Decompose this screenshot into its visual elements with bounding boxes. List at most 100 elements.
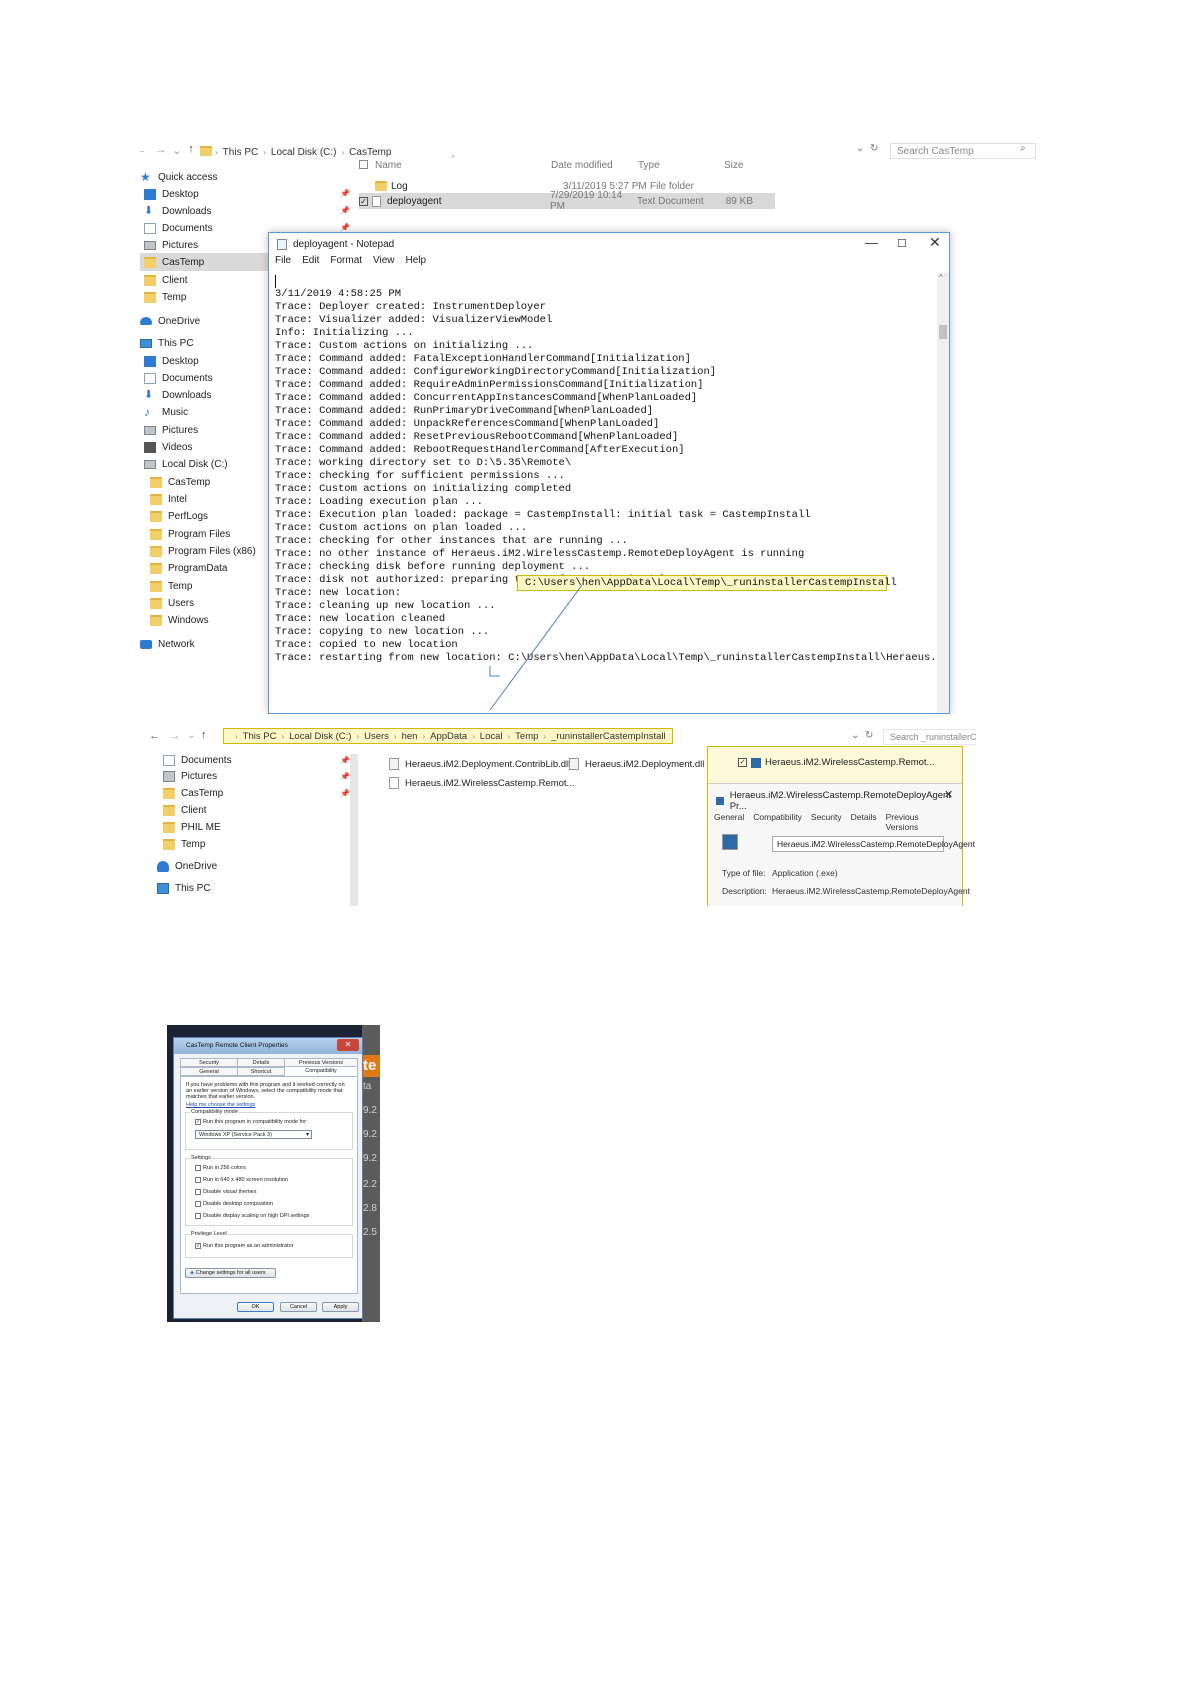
nav-this-pc[interactable]: This PC (157, 880, 211, 896)
select-all-checkbox[interactable] (359, 160, 368, 169)
compat-mode-checkbox[interactable]: ✓ (195, 1119, 201, 1125)
nav-network[interactable]: Network (140, 635, 195, 653)
nav-scrollbar[interactable] (350, 754, 358, 906)
nav-users[interactable]: Users (150, 594, 194, 612)
menu-view[interactable]: View (373, 255, 395, 271)
nav-windows[interactable]: Windows (150, 611, 209, 629)
nav-temp[interactable]: Temp (163, 836, 205, 852)
nav-program-files[interactable]: Program Files (150, 525, 230, 543)
pin-icon[interactable]: 📌 (340, 223, 350, 232)
dialog-title[interactable]: Heraeus.iM2.WirelessCastemp.RemoteDeploy… (716, 790, 962, 812)
menu-format[interactable]: Format (330, 255, 362, 271)
forward-arrow-icon[interactable]: → (154, 144, 168, 156)
breadcrumb-item[interactable]: CasTemp (349, 147, 391, 158)
refresh-icon[interactable]: ↻ (865, 730, 873, 741)
nav-pictures[interactable]: Pictures (144, 236, 198, 254)
scroll-up-icon[interactable]: ^ (939, 273, 943, 282)
dropdown-icon[interactable]: ⌄ (851, 730, 859, 741)
nav-pc-documents[interactable]: Documents (144, 369, 213, 387)
vertical-scrollbar[interactable]: ^ (937, 273, 949, 713)
nav-programdata[interactable]: ProgramData (150, 559, 227, 577)
breadcrumb-item[interactable]: This PC (223, 147, 259, 158)
address-bar-highlighted[interactable]: › This PC › Local Disk (C:) › Users › he… (223, 728, 673, 744)
breadcrumb-item[interactable]: Local Disk (C:) (289, 731, 351, 742)
menu-edit[interactable]: Edit (302, 255, 319, 271)
nav-intel[interactable]: Intel (150, 490, 187, 508)
help-link[interactable]: Help me choose the settings (186, 1102, 255, 1109)
back-arrow-icon[interactable]: ← (140, 144, 148, 156)
close-icon[interactable]: ✕ (929, 234, 941, 251)
nav-onedrive[interactable]: OneDrive (157, 858, 217, 874)
maximize-icon[interactable]: ☐ (897, 237, 907, 250)
breadcrumb-item[interactable]: AppData (430, 731, 467, 742)
search-input[interactable]: Search _runinstallerCas (883, 729, 976, 745)
nav-castemp[interactable]: CasTemp (163, 785, 223, 801)
breadcrumb-item[interactable]: Users (364, 731, 389, 742)
nav-documents[interactable]: Documents (163, 752, 232, 768)
nav-client[interactable]: Client (144, 271, 188, 289)
nav-phil-me[interactable]: PHIL ME (163, 819, 221, 835)
tab-previous-versions[interactable]: Previous Versions (886, 812, 953, 832)
pin-icon[interactable]: 📌 (340, 772, 350, 781)
nav-castemp[interactable]: CasTemp (140, 253, 268, 271)
notepad-titlebar[interactable]: deployagent - Notepad (269, 233, 949, 255)
dialog-title[interactable]: CasTemp Remote Client Properties (174, 1038, 362, 1054)
close-icon[interactable]: ✕ (337, 1039, 359, 1051)
apply-button[interactable]: Apply (322, 1302, 359, 1312)
nav-desktop[interactable]: Desktop (144, 185, 199, 203)
back-arrow-icon[interactable]: ← (149, 730, 160, 742)
tab-general[interactable]: General (714, 812, 744, 832)
nav-this-pc[interactable]: This PC (140, 334, 194, 352)
cancel-button[interactable]: Cancel (280, 1302, 317, 1312)
nav-ld-castemp[interactable]: CasTemp (150, 473, 210, 491)
column-header-date[interactable]: Date modified (551, 160, 613, 176)
setting-checkbox[interactable] (195, 1177, 201, 1183)
nav-perflogs[interactable]: PerfLogs (150, 507, 208, 525)
nav-pc-pictures[interactable]: Pictures (144, 421, 198, 439)
file-name-field[interactable]: Heraeus.iM2.WirelessCastemp.RemoteDeploy… (772, 836, 975, 852)
chevron-down-icon[interactable]: ⌄ (187, 730, 195, 741)
tab-security[interactable]: Security (180, 1058, 238, 1067)
nav-pc-downloads[interactable]: ⬇ Downloads (144, 386, 211, 404)
file-row-selected[interactable]: ✓ deployagent 7/29/2019 10:14 PM Text Do… (359, 190, 775, 212)
row-checkbox[interactable]: ✓ (359, 196, 368, 206)
tab-compatibility[interactable]: Compatibility (753, 812, 802, 832)
file-item[interactable]: Heraeus.iM2.Deployment.dll (569, 757, 704, 771)
menu-help[interactable]: Help (406, 255, 427, 271)
nav-onedrive[interactable]: OneDrive (140, 312, 200, 330)
chevron-down-icon[interactable]: ⌄ (170, 144, 184, 157)
setting-checkbox[interactable] (195, 1189, 201, 1195)
up-arrow-icon[interactable]: ↑ (201, 729, 207, 741)
close-icon[interactable]: ✕ (944, 788, 953, 801)
dropdown-icon[interactable]: ⌄ (856, 143, 864, 154)
tab-details[interactable]: Details (237, 1058, 285, 1067)
file-item[interactable]: Heraeus.iM2.Deployment.ContribLib.dll (389, 757, 570, 771)
refresh-icon[interactable]: ↻ (870, 143, 878, 154)
column-header-size[interactable]: Size (724, 160, 743, 176)
tab-general[interactable]: General (180, 1067, 238, 1076)
minimize-icon[interactable]: — (865, 235, 878, 250)
setting-checkbox[interactable] (195, 1213, 201, 1219)
search-input[interactable]: Search CasTemp (890, 143, 1036, 159)
forward-arrow-icon[interactable]: → (169, 730, 180, 742)
menu-file[interactable]: File (275, 255, 291, 271)
tab-details[interactable]: Details (851, 812, 877, 832)
selected-file[interactable]: ✓ Heraeus.iM2.WirelessCastemp.Remot... (738, 757, 934, 768)
pin-icon[interactable]: 📌 (340, 789, 350, 798)
nav-pictures[interactable]: Pictures (163, 768, 217, 784)
setting-checkbox[interactable] (195, 1165, 201, 1171)
nav-videos[interactable]: Videos (144, 438, 192, 456)
nav-downloads[interactable]: ⬇ Downloads (144, 202, 211, 220)
nav-client[interactable]: Client (163, 802, 207, 818)
breadcrumb-item[interactable]: Local Disk (C:) (271, 147, 337, 158)
nav-music[interactable]: ♪ Music (144, 403, 188, 421)
nav-pc-desktop[interactable]: Desktop (144, 352, 199, 370)
file-item[interactable]: Heraeus.iM2.WirelessCastemp.Remot... (389, 776, 574, 790)
tab-shortcut[interactable]: Shortcut (237, 1067, 285, 1076)
ok-button[interactable]: OK (237, 1302, 274, 1312)
breadcrumb-item[interactable]: This PC (243, 731, 277, 742)
nav-temp[interactable]: Temp (144, 288, 186, 306)
nav-documents[interactable]: Documents (144, 219, 213, 237)
scroll-thumb[interactable] (939, 325, 947, 339)
nav-ld-temp[interactable]: Temp (150, 577, 192, 595)
